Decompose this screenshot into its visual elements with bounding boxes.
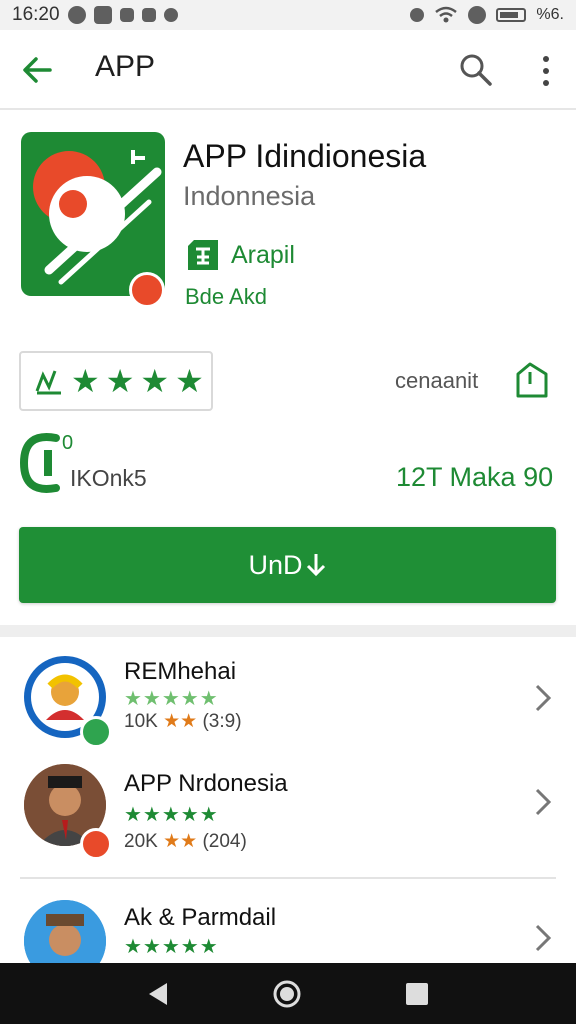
badge-label: Arapil	[231, 240, 295, 269]
list-item-meta: 20K ★★ (204)	[124, 830, 247, 853]
app-notification-icon	[163, 8, 178, 22]
list-item-meta-paren: (204)	[202, 831, 247, 852]
star-icon: ★	[105, 363, 135, 399]
system-nav-bar	[0, 963, 576, 1024]
content-rating-sup: 0	[62, 432, 74, 454]
avatar-badge	[80, 828, 112, 860]
app-icon	[21, 132, 165, 308]
mail-icon	[93, 6, 112, 24]
chevron-right-icon	[535, 788, 552, 816]
back-arrow-icon[interactable]	[20, 52, 56, 88]
document-icon	[141, 8, 156, 22]
list-item-meta-stars: ★★	[163, 711, 198, 732]
rating-stars[interactable]: ★ ★ ★ ★	[19, 351, 213, 411]
app-bar: APP	[0, 30, 576, 110]
size-label: 12T Maka 90	[396, 462, 554, 492]
list-item[interactable]: REMhehai ★★★★★ 10K ★★ (3:9)	[0, 640, 576, 758]
more-options-icon[interactable]	[535, 54, 557, 88]
edit-review-icon	[35, 370, 61, 395]
list-item-title: REMhehai	[124, 658, 237, 685]
downloads-label: IKOnk5	[70, 465, 147, 491]
alarm-icon	[410, 8, 425, 22]
content-rating-icon	[20, 433, 60, 493]
status-bar: 16:20 %6.	[0, 0, 576, 30]
list-item-stars: ★★★★★	[124, 936, 219, 958]
list-item[interactable]: APP Nrdonesia ★★★★★ 20K ★★ (204)	[0, 758, 576, 876]
battery-icon	[496, 8, 527, 22]
app-icon-badge	[129, 272, 165, 308]
avatar-badge	[80, 716, 112, 748]
list-item[interactable]: Ak & Parmdail ★★★★★	[0, 890, 576, 963]
list-item-meta-stars: ★★	[163, 831, 198, 852]
section-divider	[0, 625, 576, 637]
star-icon: ★	[140, 363, 170, 399]
wifi-icon	[435, 6, 458, 23]
download-arrow-icon	[306, 554, 325, 577]
list-item-stars: ★★★★★	[124, 804, 219, 826]
editors-choice-badge: Arapil	[185, 237, 295, 273]
page-title: APP	[95, 50, 156, 83]
chevron-right-icon	[535, 924, 552, 952]
battery-text: %6.	[536, 6, 564, 23]
chevron-right-icon	[535, 684, 552, 712]
star-icon: ★	[175, 363, 204, 399]
search-icon[interactable]	[458, 52, 494, 88]
nav-back-icon[interactable]	[145, 981, 171, 1007]
avatar	[24, 900, 106, 963]
list-item-title: Ak & Parmdail	[124, 904, 277, 931]
wishlist-icon[interactable]	[512, 360, 552, 400]
install-button-label: UnD	[248, 549, 303, 580]
list-item-meta: 10K ★★ (3:9)	[124, 710, 242, 733]
developer-name[interactable]: Indonnesia	[183, 181, 315, 212]
rating-label: cenaanit	[395, 368, 479, 393]
list-item-meta-paren: (3:9)	[202, 711, 242, 732]
list-item-title: APP Nrdonesia	[124, 770, 288, 797]
app-name: APP Idindionesia	[183, 138, 427, 174]
list-item-count: 20K	[124, 831, 158, 852]
badge-icon	[188, 240, 218, 270]
badge-sublabel: Bde Akd	[185, 284, 267, 309]
download-icon	[119, 8, 134, 22]
list-divider	[20, 877, 556, 879]
sync-icon	[468, 6, 487, 24]
nav-recent-apps-icon[interactable]	[405, 982, 429, 1006]
list-item-count: 10K	[124, 711, 158, 732]
notification-icon	[67, 6, 86, 24]
star-icon: ★	[71, 363, 100, 399]
install-button[interactable]: UnD	[19, 527, 556, 603]
status-time: 16:20	[12, 4, 60, 25]
list-item-stars: ★★★★★	[124, 688, 219, 710]
nav-home-icon[interactable]	[272, 979, 302, 1009]
